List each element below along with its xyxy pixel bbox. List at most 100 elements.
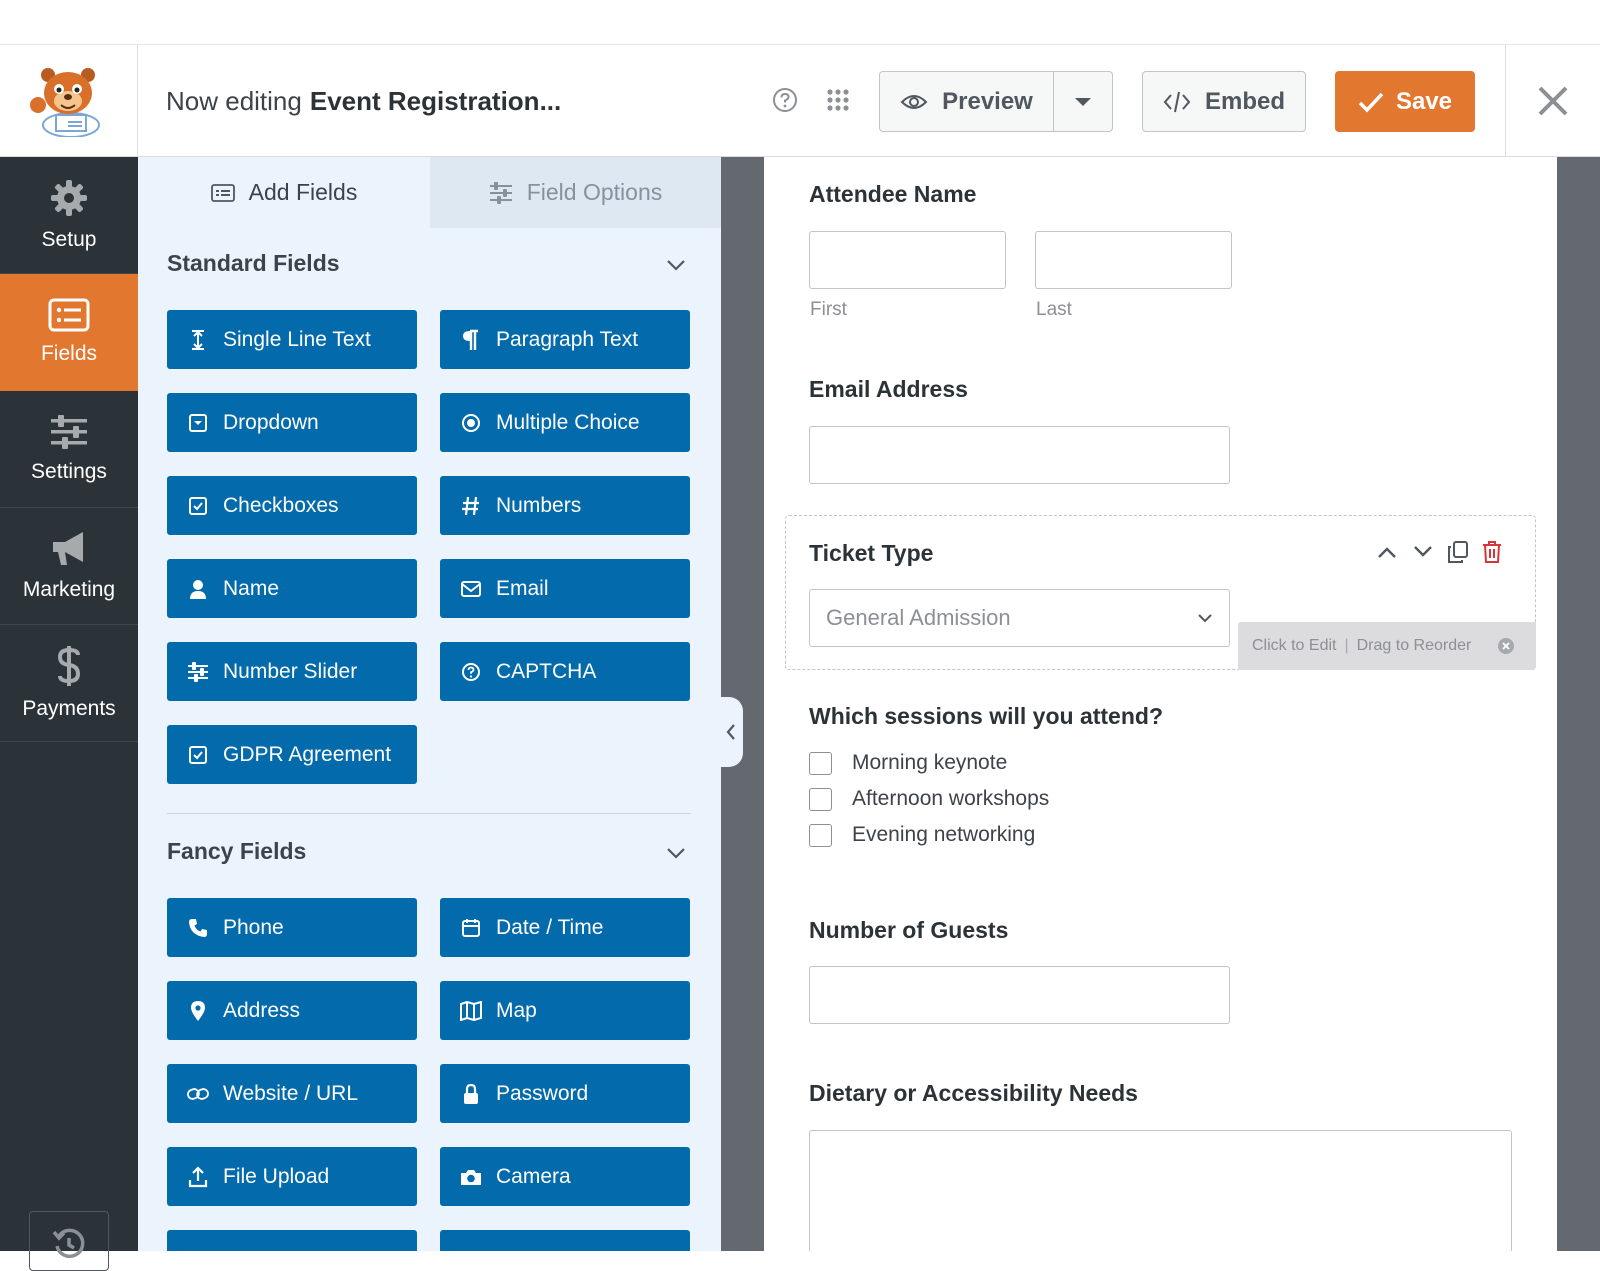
megaphone-icon [53, 532, 83, 565]
help-icon[interactable] [770, 85, 800, 115]
eye-icon [900, 94, 928, 109]
click-to-edit-text: Click to Edit [1252, 637, 1337, 654]
sidebar-item-marketing[interactable]: Marketing [0, 508, 138, 625]
checkbox[interactable] [809, 751, 832, 775]
field-button-map[interactable]: Map [440, 981, 690, 1040]
editing-title: Now editing Event Registration... [166, 45, 561, 157]
duplicate-icon[interactable] [1448, 541, 1468, 568]
phone-icon [187, 917, 209, 939]
field-button-label: File Upload [223, 1164, 330, 1188]
embed-button[interactable]: Embed [1142, 71, 1306, 132]
field-button-label: Phone [223, 915, 284, 939]
checkbox-icon [187, 744, 209, 766]
caret-down-icon [1075, 97, 1091, 106]
checkbox-option[interactable]: Morning keynote [809, 751, 1007, 775]
preview-dropdown-button[interactable] [1054, 72, 1112, 131]
sliders-icon [489, 181, 512, 204]
sidebar-item-settings[interactable]: Settings [0, 391, 138, 508]
email-input[interactable] [809, 426, 1230, 484]
chevron-down-icon[interactable] [666, 258, 686, 276]
field-button-checkboxes[interactable]: Checkboxes [167, 476, 417, 535]
move-down-icon[interactable] [1412, 545, 1434, 564]
sidebar-item-fields[interactable]: Fields [0, 274, 138, 391]
tooltip-separator: | [1344, 637, 1349, 654]
code-icon [1163, 91, 1191, 112]
field-button-more[interactable] [440, 1230, 690, 1251]
field-toolbar [1376, 540, 1502, 569]
checkbox-icon [187, 495, 209, 517]
link-icon [187, 1083, 209, 1105]
email-label: Email Address [809, 376, 968, 402]
question-icon [460, 661, 482, 683]
sessions-label: Which sessions will you attend? [809, 703, 1163, 729]
lock-icon [460, 1083, 482, 1105]
collapse-panel-button[interactable] [719, 697, 743, 767]
field-button-name[interactable]: Name [167, 559, 417, 618]
delete-icon[interactable] [1482, 540, 1502, 569]
apps-grid-icon[interactable] [823, 85, 853, 115]
field-button-label: Password [496, 1081, 589, 1105]
field-button-label: Map [496, 998, 537, 1022]
tab-add-fields[interactable]: Add Fields [138, 157, 430, 228]
sidebar-item-payments[interactable]: Payments [0, 625, 138, 742]
editing-prefix: Now editing [166, 85, 302, 116]
first-name-input[interactable] [809, 231, 1006, 289]
checkbox[interactable] [809, 787, 832, 811]
close-circle-icon[interactable] [1497, 637, 1515, 655]
move-up-icon[interactable] [1376, 545, 1398, 564]
tab-field-options[interactable]: Field Options [430, 157, 721, 228]
field-button-number-slider[interactable]: Number Slider [167, 642, 417, 701]
tab-label: Field Options [526, 179, 663, 205]
field-button-password[interactable]: Password [440, 1064, 690, 1123]
field-button-label: Paragraph Text [496, 327, 639, 351]
embed-label: Embed [1204, 87, 1285, 115]
edit-tooltip[interactable]: Click to Edit | Drag to Reorder [1238, 622, 1536, 670]
user-icon [187, 578, 209, 600]
paragraph-icon [460, 329, 482, 351]
chevron-down-icon[interactable] [666, 846, 686, 864]
field-button-phone[interactable]: Phone [167, 898, 417, 957]
field-button-date-time[interactable]: Date / Time [440, 898, 690, 957]
dietary-textarea[interactable] [809, 1130, 1512, 1251]
field-button-dropdown[interactable]: Dropdown [167, 393, 417, 452]
sliders-icon [51, 415, 87, 449]
field-button-label: GDPR Agreement [223, 742, 392, 766]
field-button-file-upload[interactable]: File Upload [167, 1147, 417, 1206]
field-button-email[interactable]: Email [440, 559, 690, 618]
close-builder-button[interactable] [1505, 45, 1600, 157]
preview-button[interactable]: Preview [880, 72, 1054, 131]
section-divider [167, 813, 691, 814]
save-button[interactable]: Save [1335, 71, 1475, 132]
checkbox[interactable] [809, 823, 832, 847]
check-icon [1358, 92, 1384, 113]
field-button-paragraph-text[interactable]: Paragraph Text [440, 310, 690, 369]
attendee-name-label: Attendee Name [809, 181, 977, 207]
field-button-website-url[interactable]: Website / URL [167, 1064, 417, 1123]
field-button-more[interactable] [167, 1230, 417, 1251]
text-cursor-icon [187, 329, 209, 351]
checkbox-option-label: Morning keynote [852, 751, 1008, 774]
dollar-icon [57, 646, 81, 686]
checkbox-option[interactable]: Evening networking [809, 823, 1035, 847]
gear-icon [51, 180, 87, 216]
sidebar-item-label: Payments [22, 697, 116, 720]
ticket-type-select[interactable]: General Admission [809, 589, 1230, 647]
field-button-multiple-choice[interactable]: Multiple Choice [440, 393, 690, 452]
ticket-type-value: General Admission [826, 605, 1011, 630]
field-button-gdpr-agreement[interactable]: GDPR Agreement [167, 725, 417, 784]
field-button-address[interactable]: Address [167, 981, 417, 1040]
guests-input[interactable] [809, 966, 1230, 1024]
revisions-button[interactable] [29, 1211, 109, 1271]
history-icon [52, 1228, 85, 1259]
preview-button-group: Preview [879, 71, 1113, 132]
field-button-numbers[interactable]: Numbers [440, 476, 690, 535]
checkbox-option[interactable]: Afternoon workshops [809, 787, 1049, 811]
field-button-single-line-text[interactable]: Single Line Text [167, 310, 417, 369]
sidebar-item-setup[interactable]: Setup [0, 157, 138, 274]
field-button-camera[interactable]: Camera [440, 1147, 690, 1206]
list-icon [210, 183, 235, 202]
field-button-captcha[interactable]: CAPTCHA [440, 642, 690, 701]
last-name-input[interactable] [1035, 231, 1232, 289]
field-button-label: Multiple Choice [496, 410, 640, 434]
dropdown-icon [187, 412, 209, 434]
